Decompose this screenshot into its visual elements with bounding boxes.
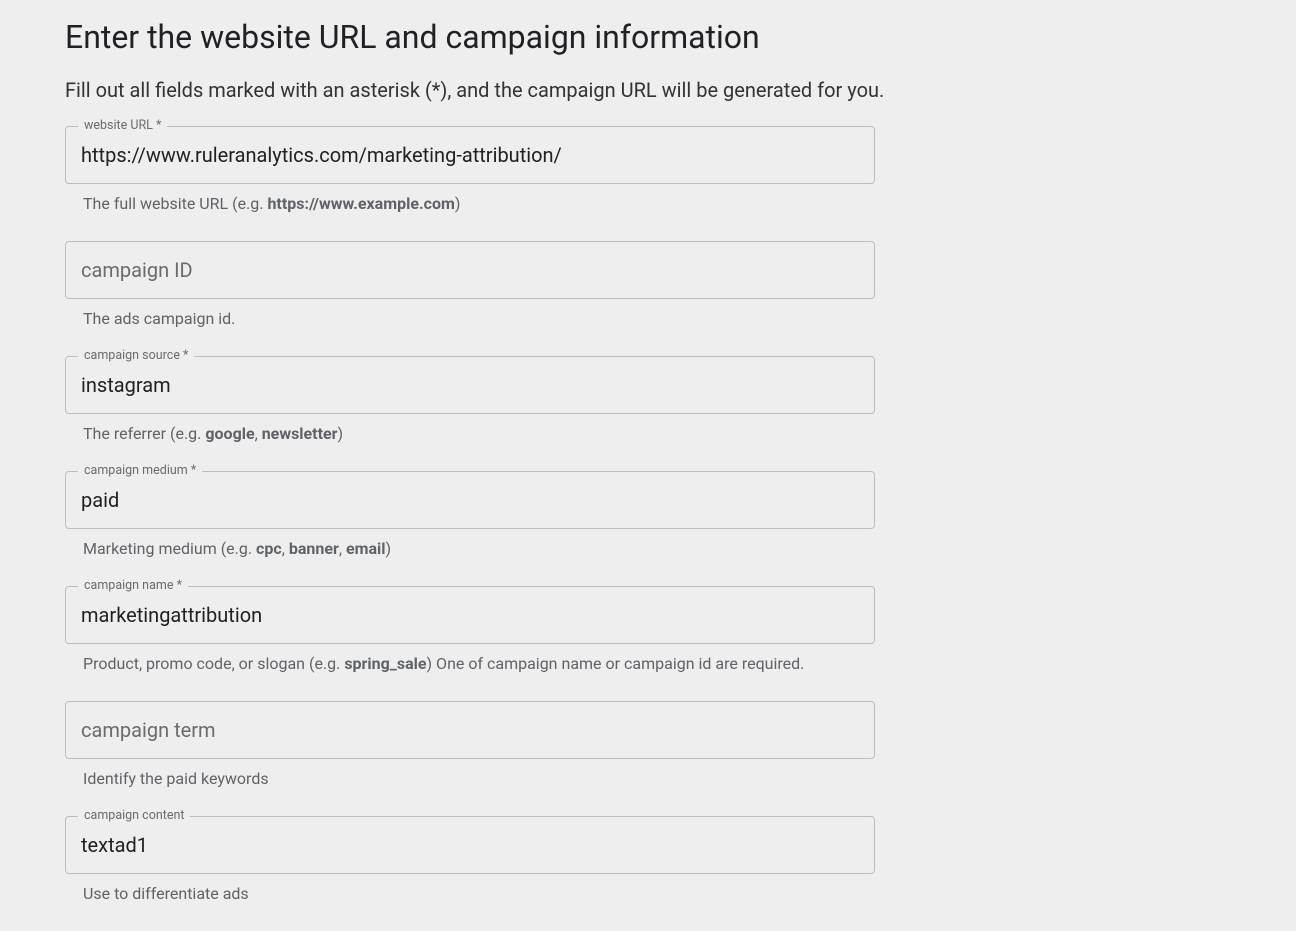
campaign-medium-input[interactable] [81, 472, 859, 528]
campaign-id-helper: The ads campaign id. [65, 299, 875, 346]
field-campaign-name: campaign name * Product, promo code, or … [65, 586, 875, 691]
campaign-content-input[interactable] [81, 817, 859, 873]
field-campaign-id: The ads campaign id. [65, 241, 875, 346]
field-campaign-content: campaign content Use to differentiate ad… [65, 816, 875, 921]
campaign-source-input[interactable] [81, 357, 859, 413]
field-campaign-medium: campaign medium * Marketing medium (e.g.… [65, 471, 875, 576]
campaign-source-helper: The referrer (e.g. google, newsletter) [65, 414, 875, 461]
intro-text: Fill out all fields marked with an aster… [65, 78, 1296, 102]
campaign-medium-label: campaign medium * [78, 463, 202, 478]
campaign-name-helper: Product, promo code, or slogan (e.g. spr… [65, 644, 875, 691]
campaign-content-helper: Use to differentiate ads [65, 874, 875, 921]
campaign-medium-helper: Marketing medium (e.g. cpc, banner, emai… [65, 529, 875, 576]
website-url-input[interactable] [81, 127, 859, 183]
field-campaign-source: campaign source * The referrer (e.g. goo… [65, 356, 875, 461]
campaign-term-helper: Identify the paid keywords [65, 759, 875, 806]
page-heading: Enter the website URL and campaign infor… [65, 18, 1296, 56]
campaign-name-label: campaign name * [78, 578, 188, 593]
campaign-content-label: campaign content [78, 808, 190, 823]
campaign-source-label: campaign source * [78, 348, 194, 363]
website-url-label: website URL * [78, 118, 167, 133]
campaign-term-input[interactable] [81, 702, 859, 758]
field-website-url: website URL * The full website URL (e.g.… [65, 126, 875, 231]
field-campaign-term: Identify the paid keywords [65, 701, 875, 806]
website-url-helper: The full website URL (e.g. https://www.e… [65, 184, 875, 231]
campaign-name-input[interactable] [81, 587, 859, 643]
campaign-id-input[interactable] [81, 242, 859, 298]
